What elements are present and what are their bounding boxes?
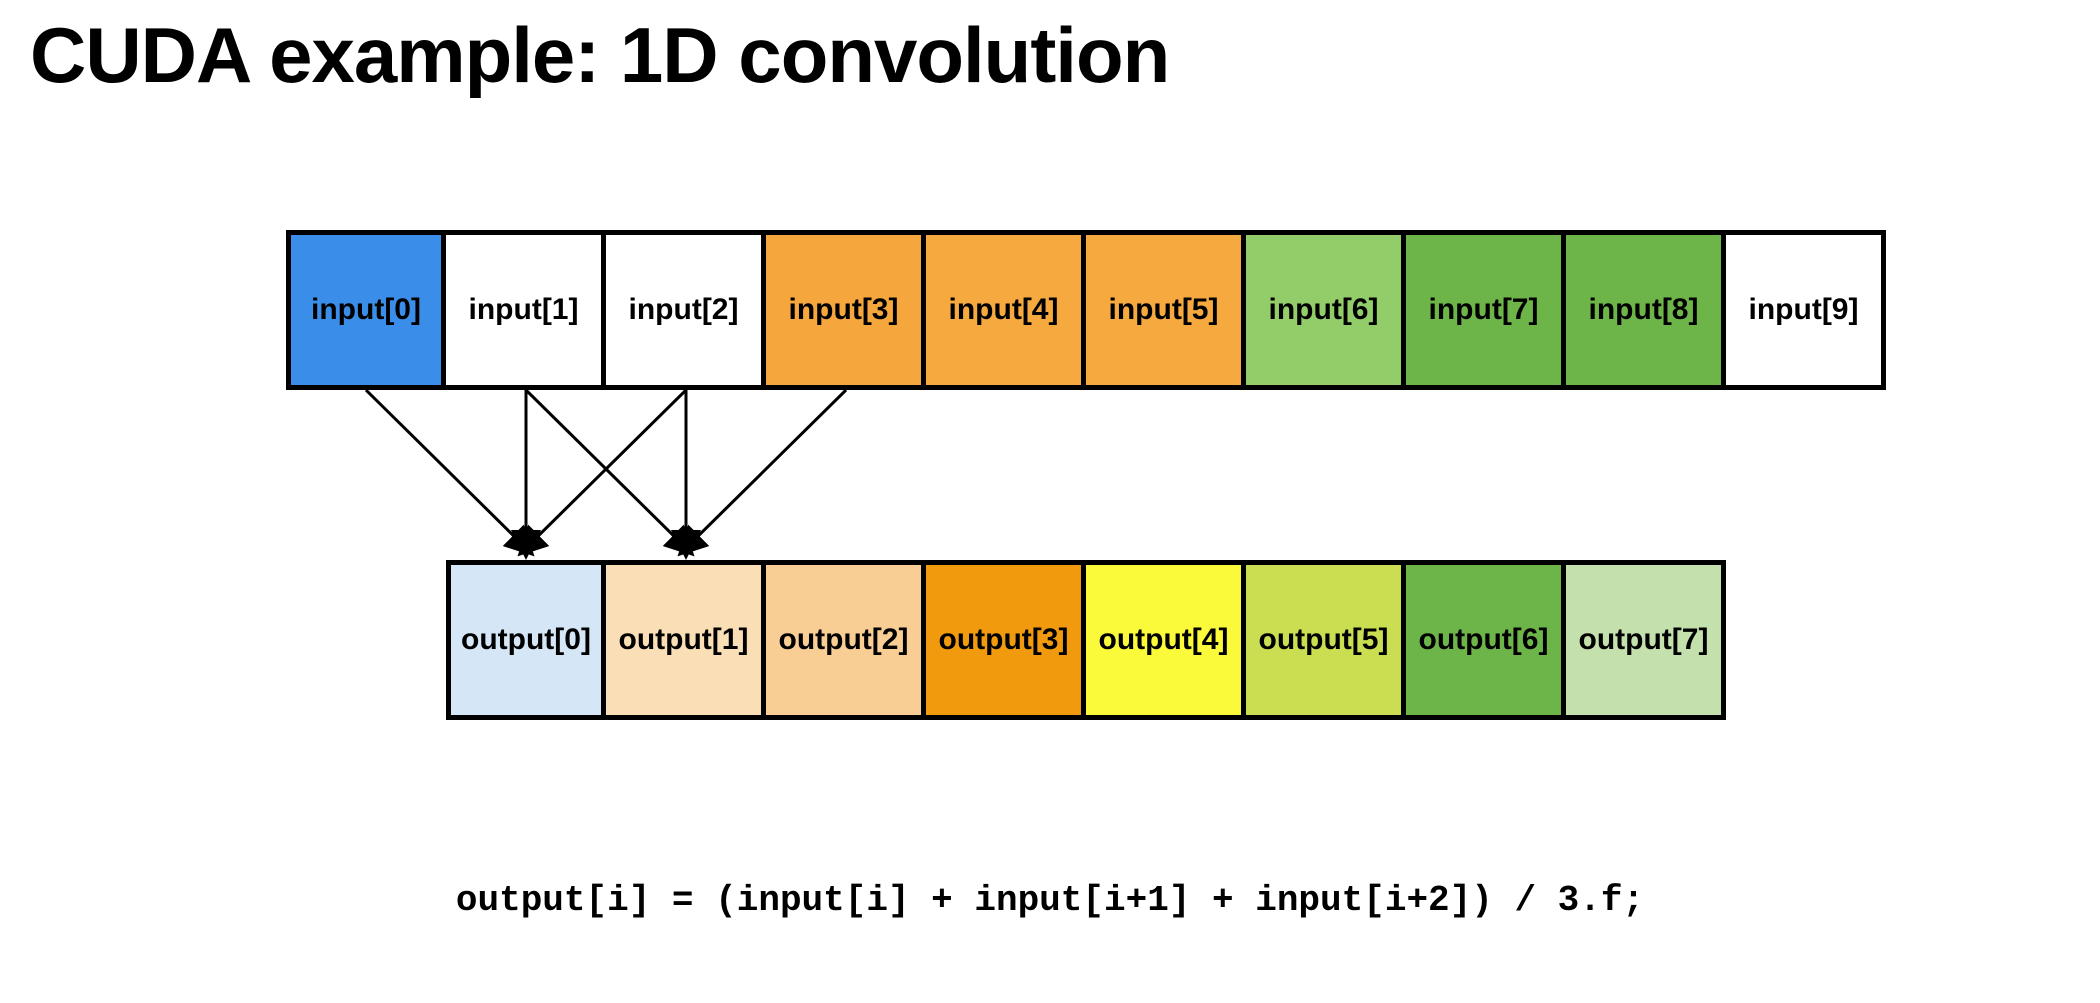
input-array-row: input[0]input[1]input[2]input[3]input[4]…: [286, 230, 1886, 390]
arrow-3-to-1: [686, 390, 846, 548]
output-cell-6: output[6]: [1406, 560, 1566, 720]
output-cell-3: output[3]: [926, 560, 1086, 720]
input-cell-9: input[9]: [1726, 230, 1886, 390]
output-cell-0: output[0]: [446, 560, 606, 720]
arrows-diagram: [286, 390, 986, 560]
input-cell-6: input[6]: [1246, 230, 1406, 390]
input-cell-4: input[4]: [926, 230, 1086, 390]
input-cell-3: input[3]: [766, 230, 926, 390]
output-cell-5: output[5]: [1246, 560, 1406, 720]
input-cell-8: input[8]: [1566, 230, 1726, 390]
formula-code: output[i] = (input[i] + input[i+1] + inp…: [0, 880, 2100, 921]
input-cell-7: input[7]: [1406, 230, 1566, 390]
arrow-0-to-0: [366, 390, 526, 548]
output-array-row: output[0]output[1]output[2]output[3]outp…: [446, 560, 1726, 720]
arrow-2-to-0: [526, 390, 686, 548]
input-cell-5: input[5]: [1086, 230, 1246, 390]
output-cell-7: output[7]: [1566, 560, 1726, 720]
slide-title: CUDA example: 1D convolution: [30, 10, 1169, 101]
input-cell-1: input[1]: [446, 230, 606, 390]
input-cell-2: input[2]: [606, 230, 766, 390]
output-cell-2: output[2]: [766, 560, 926, 720]
slide: CUDA example: 1D convolution input[0]inp…: [0, 0, 2100, 1003]
input-cell-0: input[0]: [286, 230, 446, 390]
output-cell-4: output[4]: [1086, 560, 1246, 720]
output-cell-1: output[1]: [606, 560, 766, 720]
arrow-1-to-1: [526, 390, 686, 548]
